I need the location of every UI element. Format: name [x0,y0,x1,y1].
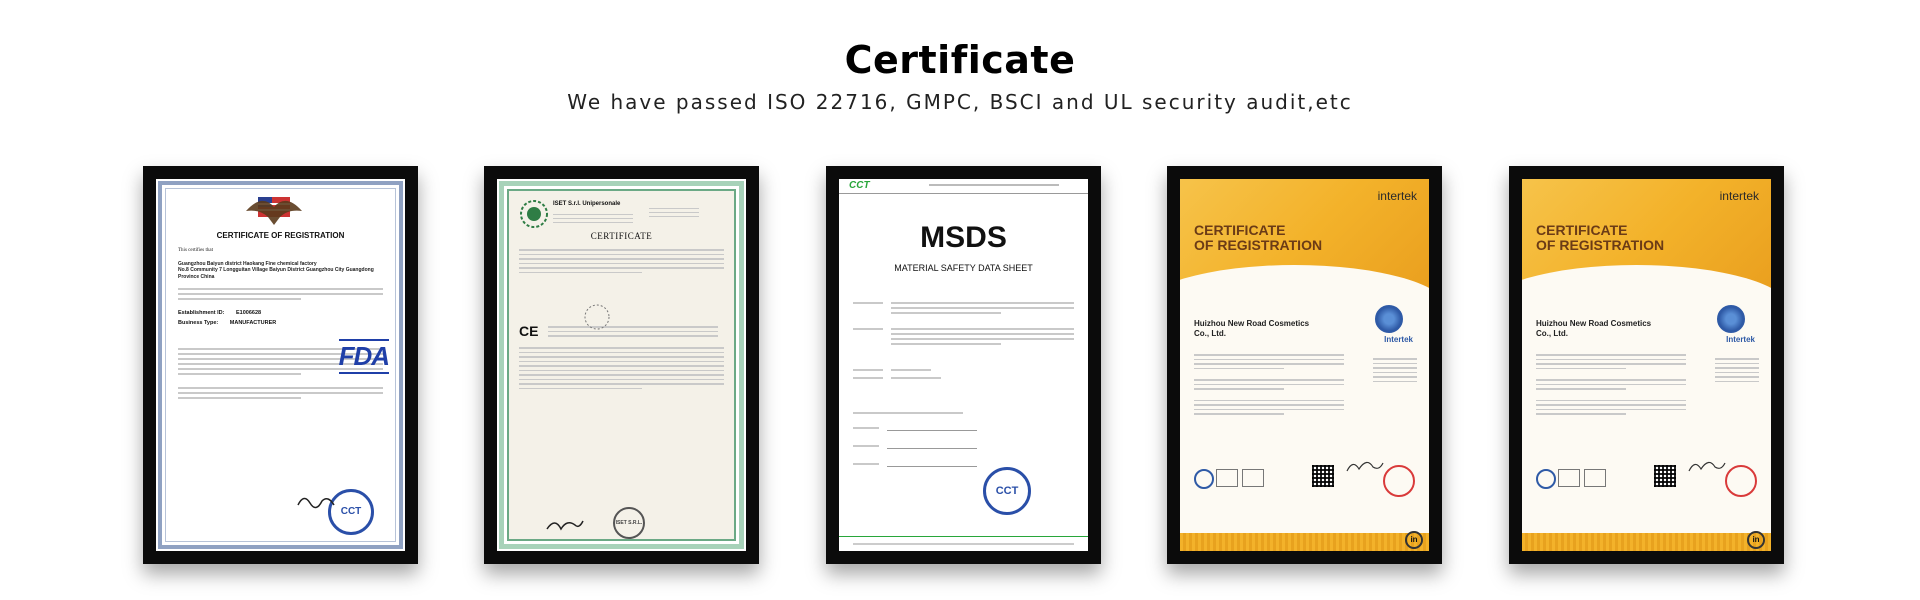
certificate-title-line2: OF REGISTRATION [1536,237,1665,253]
watermark-seal-icon [584,304,610,330]
business-type-label: Business Type: [178,320,219,326]
certificate-iset[interactable]: ISET S.r.l. Unipersonale CERTIFICATE CE [484,166,759,564]
certificate-fda[interactable]: CERTIFICATE OF REGISTRATION This certifi… [143,166,418,564]
signature-icon [1688,461,1726,472]
fda-logo: FDA [338,339,390,374]
red-seal-icon [1725,465,1757,497]
certificate-title-line1: CERTIFICATE [1194,222,1286,238]
signature-icon [297,497,335,509]
qr-code-icon [1654,465,1676,487]
red-seal-icon [1383,465,1415,497]
accreditation-mark-icon [1558,469,1580,487]
certificate-paper: ISET S.r.l. Unipersonale CERTIFICATE CE [497,179,746,551]
certifies-text: This certifies that [178,248,213,253]
intertek-brand: intertek [1719,189,1759,203]
establishment-label: Establishment ID: [178,310,225,316]
qr-code-icon [1312,465,1334,487]
signature-icon [1346,461,1384,472]
in-logo-icon: in [1405,531,1423,549]
company-name-line2: Co., Ltd. [1536,329,1568,338]
certificate-title-line1: CERTIFICATE [1536,222,1628,238]
certificate-paper: CCT MSDS MATERIAL SAFETY DATA SHEET CCT [839,179,1088,551]
establishment-id: E1006628 [235,310,262,316]
cct-logo: CCT [849,180,870,191]
signature-icon [546,520,584,531]
company-name-line1: Huizhou New Road Cosmetics [1194,319,1310,328]
certificate-msds[interactable]: CCT MSDS MATERIAL SAFETY DATA SHEET CCT [826,166,1101,564]
msds-subtitle: MATERIAL SAFETY DATA SHEET [894,263,1033,273]
business-type-value: MANUFACTURER [229,320,277,326]
accreditation-mark-icon [1536,469,1556,489]
company-name-line1: Huizhou New Road Cosmetics [1536,319,1652,328]
globe-label: Intertek [1384,335,1413,344]
msds-title: MSDS [920,221,1007,254]
cct-seal: CCT [983,467,1031,515]
page-subtitle: We have passed ISO 22716, GMPC, BSCI and… [567,90,1353,114]
certificate-title: CERTIFICATE [590,231,653,241]
certificate-intertek-1[interactable]: intertek CERTIFICATE OF REGISTRATION Hui… [1167,166,1442,564]
certificate-paper: intertek CERTIFICATE OF REGISTRATION Hui… [1180,179,1429,551]
certificate-intertek-2[interactable]: intertek CERTIFICATE OF REGISTRATION Hui… [1509,166,1784,564]
company-address: No.8 Community 7 Longguitan Village Baiy… [178,267,374,280]
certificate-title: CERTIFICATE OF REGISTRATION [216,231,345,240]
company-name-line2: Co., Ltd. [1194,329,1226,338]
certificate-title-line2: OF REGISTRATION [1194,237,1323,253]
globe-label: Intertek [1726,335,1755,344]
accreditation-mark-icon [1584,469,1606,487]
certificate-paper: intertek CERTIFICATE OF REGISTRATION Hui… [1522,179,1771,551]
accreditation-mark-icon [1216,469,1238,487]
in-logo-icon: in [1747,531,1765,549]
certificate-paper: CERTIFICATE OF REGISTRATION This certifi… [156,179,405,551]
accreditation-mark-icon [1242,469,1264,487]
issuer-name: ISET S.r.l. Unipersonale [553,201,621,207]
ce-mark-icon: CE [519,323,539,339]
accreditation-mark-icon [1194,469,1214,489]
page-title: Certificate [844,38,1076,82]
globe-icon [1717,305,1745,333]
iset-seal: ISET S.R.L. [613,507,645,539]
globe-icon [1375,305,1403,333]
iset-logo-icon [520,200,548,228]
intertek-brand: intertek [1377,189,1417,203]
